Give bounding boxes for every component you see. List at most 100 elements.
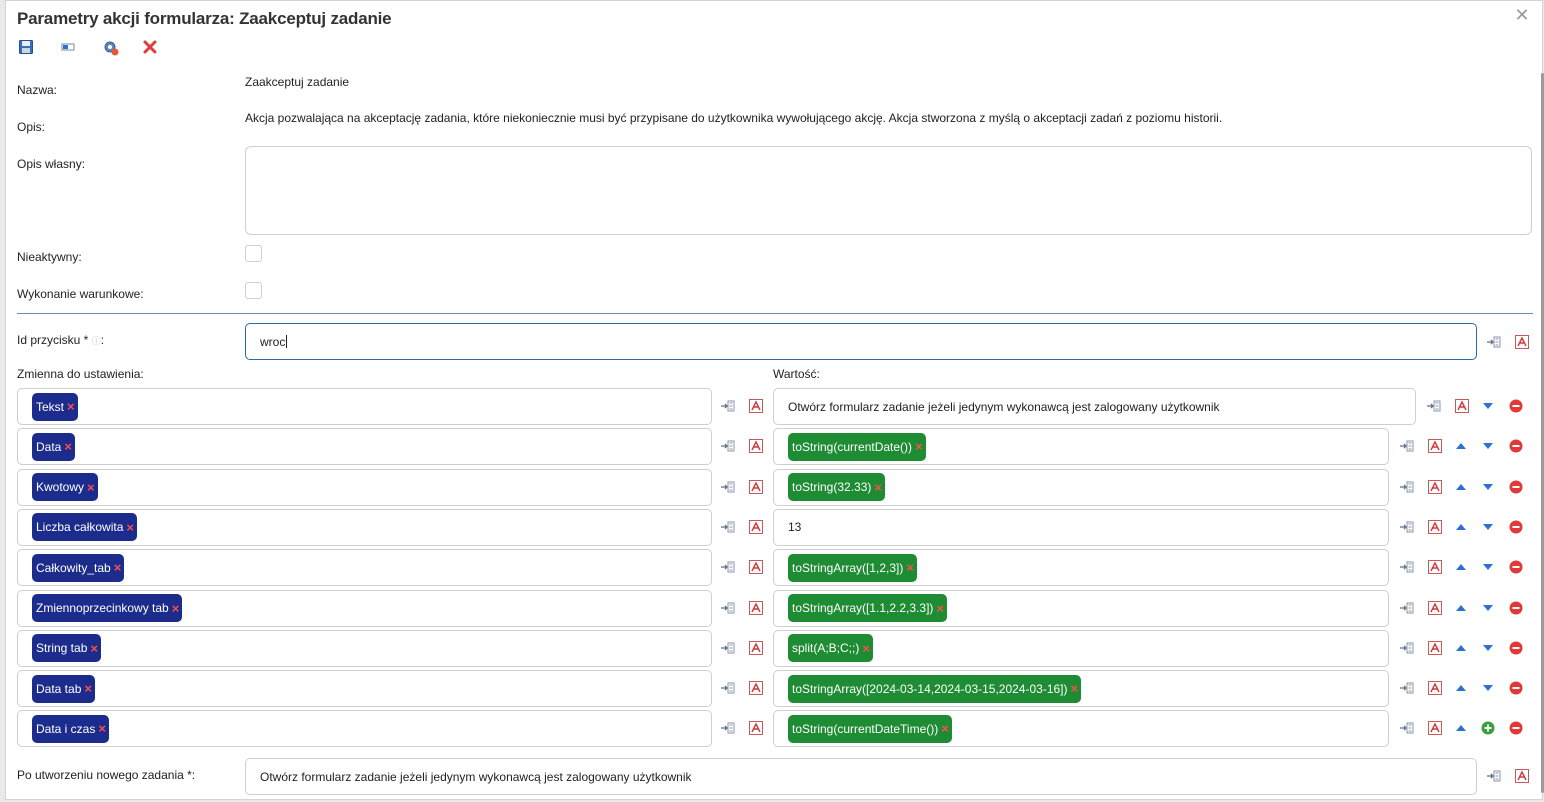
remove-row-icon[interactable] bbox=[1508, 438, 1524, 454]
remove-chip-icon[interactable]: × bbox=[172, 601, 180, 616]
after-create-input[interactable]: Otwórz formularz zadanie jeżeli jedynym … bbox=[245, 758, 1477, 795]
remove-row-icon[interactable] bbox=[1508, 398, 1524, 414]
remove-chip-icon[interactable]: × bbox=[1071, 681, 1079, 696]
map-field-icon[interactable] bbox=[720, 600, 736, 616]
own-description-textarea[interactable] bbox=[245, 146, 1532, 235]
value-input[interactable]: toString(32.33) × bbox=[773, 468, 1389, 506]
add-row-icon[interactable] bbox=[1480, 720, 1496, 736]
function-editor-icon[interactable] bbox=[748, 680, 764, 696]
move-up-icon[interactable] bbox=[1453, 640, 1469, 656]
function-editor-icon[interactable] bbox=[748, 640, 764, 656]
map-field-icon[interactable] bbox=[720, 398, 736, 414]
map-field-icon[interactable] bbox=[1399, 519, 1415, 535]
remove-chip-icon[interactable]: × bbox=[906, 560, 914, 575]
map-field-icon[interactable] bbox=[1399, 479, 1415, 495]
variable-input[interactable]: Data i czas × bbox=[17, 710, 712, 748]
map-field-icon[interactable] bbox=[720, 519, 736, 535]
function-editor-icon[interactable] bbox=[1427, 479, 1443, 495]
value-input[interactable]: toStringArray([1,2,3]) × bbox=[773, 549, 1389, 587]
remove-chip-icon[interactable]: × bbox=[90, 641, 98, 656]
value-input[interactable]: toStringArray([1.1,2.2,3.3]) × bbox=[773, 589, 1389, 627]
move-up-icon[interactable] bbox=[1453, 559, 1469, 575]
remove-row-icon[interactable] bbox=[1508, 600, 1524, 616]
function-editor-icon[interactable] bbox=[1427, 438, 1443, 454]
move-up-icon[interactable] bbox=[1453, 720, 1469, 736]
remove-chip-icon[interactable]: × bbox=[67, 399, 75, 414]
variable-input[interactable]: Liczba całkowita × bbox=[17, 508, 712, 546]
function-editor-icon[interactable] bbox=[1454, 398, 1470, 414]
map-field-icon[interactable] bbox=[720, 479, 736, 495]
map-field-icon[interactable] bbox=[720, 680, 736, 696]
map-field-icon[interactable] bbox=[1399, 559, 1415, 575]
map-field-icon[interactable] bbox=[1399, 438, 1415, 454]
move-down-icon[interactable] bbox=[1480, 559, 1496, 575]
function-editor-icon[interactable] bbox=[748, 438, 764, 454]
function-editor-icon[interactable] bbox=[1427, 720, 1443, 736]
remove-chip-icon[interactable]: × bbox=[98, 721, 106, 736]
map-field-icon[interactable] bbox=[1399, 680, 1415, 696]
move-up-icon[interactable] bbox=[1453, 680, 1469, 696]
map-field-icon[interactable] bbox=[1399, 600, 1415, 616]
remove-chip-icon[interactable]: × bbox=[915, 439, 923, 454]
value-input[interactable]: Otwórz formularz zadanie jeżeli jedynym … bbox=[773, 388, 1416, 425]
variable-input[interactable]: Zmiennoprzecinkowy tab × bbox=[17, 589, 712, 627]
remove-row-icon[interactable] bbox=[1508, 479, 1524, 495]
function-editor-icon[interactable] bbox=[1427, 559, 1443, 575]
variable-input[interactable]: Całkowity_tab × bbox=[17, 549, 712, 587]
move-down-icon[interactable] bbox=[1480, 519, 1496, 535]
remove-chip-icon[interactable]: × bbox=[87, 480, 95, 495]
remove-chip-icon[interactable]: × bbox=[64, 439, 72, 454]
variable-input[interactable]: String tab × bbox=[17, 629, 712, 667]
remove-chip-icon[interactable]: × bbox=[941, 721, 949, 736]
map-field-icon[interactable] bbox=[1399, 640, 1415, 656]
settings-icon[interactable] bbox=[102, 39, 120, 57]
move-down-icon[interactable] bbox=[1480, 398, 1496, 414]
remove-chip-icon[interactable]: × bbox=[874, 480, 882, 495]
map-field-icon[interactable] bbox=[1426, 398, 1442, 414]
variable-input[interactable]: Kwotowy × bbox=[17, 468, 712, 506]
move-up-icon[interactable] bbox=[1453, 600, 1469, 616]
function-editor-icon[interactable] bbox=[1514, 768, 1530, 784]
map-field-icon[interactable] bbox=[720, 720, 736, 736]
variable-input[interactable]: Data × bbox=[17, 428, 712, 466]
variable-input[interactable]: Tekst × bbox=[17, 388, 712, 425]
move-up-icon[interactable] bbox=[1453, 519, 1469, 535]
map-field-icon[interactable] bbox=[1486, 334, 1502, 350]
value-input[interactable]: toString(currentDateTime()) × bbox=[773, 710, 1389, 748]
move-down-icon[interactable] bbox=[1480, 600, 1496, 616]
function-editor-icon[interactable] bbox=[748, 720, 764, 736]
move-down-icon[interactable] bbox=[1480, 680, 1496, 696]
remove-row-icon[interactable] bbox=[1508, 680, 1524, 696]
function-editor-icon[interactable] bbox=[1514, 334, 1530, 350]
remove-chip-icon[interactable]: × bbox=[114, 560, 122, 575]
move-down-icon[interactable] bbox=[1480, 438, 1496, 454]
value-input[interactable]: split(A;B;C;;) × bbox=[773, 629, 1389, 667]
function-editor-icon[interactable] bbox=[1427, 519, 1443, 535]
remove-row-icon[interactable] bbox=[1508, 720, 1524, 736]
save-icon[interactable] bbox=[18, 39, 36, 57]
remove-chip-icon[interactable]: × bbox=[936, 601, 944, 616]
remove-row-icon[interactable] bbox=[1508, 559, 1524, 575]
map-field-icon[interactable] bbox=[720, 640, 736, 656]
function-editor-icon[interactable] bbox=[748, 519, 764, 535]
variable-input[interactable]: Data tab × bbox=[17, 670, 712, 708]
function-editor-icon[interactable] bbox=[748, 559, 764, 575]
value-input[interactable]: 13 bbox=[773, 508, 1389, 546]
remove-chip-icon[interactable]: × bbox=[126, 520, 134, 535]
button-id-input[interactable]: wroc bbox=[245, 323, 1477, 360]
remove-chip-icon[interactable]: × bbox=[862, 641, 870, 656]
map-field-icon[interactable] bbox=[720, 559, 736, 575]
map-field-icon[interactable] bbox=[720, 438, 736, 454]
function-editor-icon[interactable] bbox=[1427, 640, 1443, 656]
conditional-checkbox[interactable] bbox=[245, 282, 262, 299]
function-editor-icon[interactable] bbox=[748, 479, 764, 495]
function-editor-icon[interactable] bbox=[1427, 600, 1443, 616]
value-input[interactable]: toStringArray([2024-03-14,2024-03-15,202… bbox=[773, 670, 1389, 708]
function-editor-icon[interactable] bbox=[748, 398, 764, 414]
function-editor-icon[interactable] bbox=[748, 600, 764, 616]
move-down-icon[interactable] bbox=[1480, 640, 1496, 656]
move-up-icon[interactable] bbox=[1453, 479, 1469, 495]
close-icon[interactable]: ✕ bbox=[1514, 6, 1530, 24]
map-field-icon[interactable] bbox=[1399, 720, 1415, 736]
move-down-icon[interactable] bbox=[1480, 479, 1496, 495]
